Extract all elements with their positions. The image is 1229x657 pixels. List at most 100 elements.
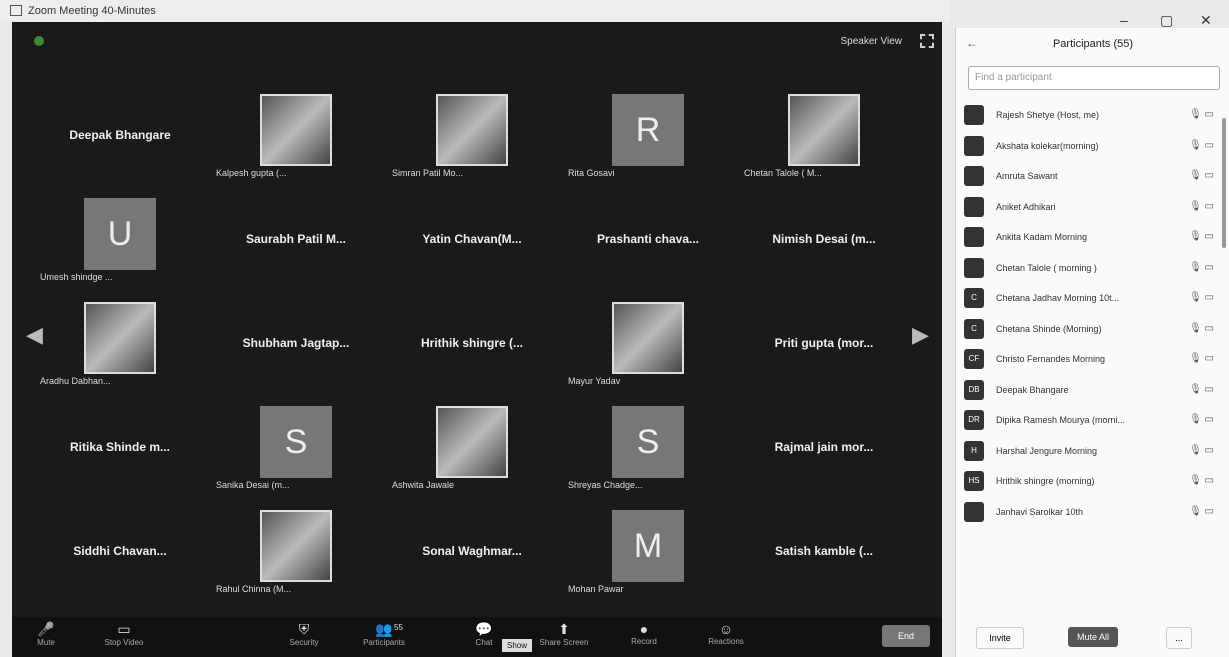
- participant-row[interactable]: H Harshal Jengure Morning 🎙 ▭: [962, 436, 1220, 467]
- avatar: [964, 105, 984, 125]
- video-tile[interactable]: Satish kamble (...: [740, 510, 908, 610]
- participant-row[interactable]: CF Christo Fernandes Morning 🎙 ▭: [962, 344, 1220, 375]
- invite-button[interactable]: Invite: [976, 627, 1024, 649]
- participant-row[interactable]: Rajesh Shetye (Host, me) 🎙 ▭: [962, 100, 1220, 131]
- mute-icon: 🎤: [37, 621, 55, 637]
- avatar-letter: M: [612, 510, 684, 582]
- video-tile[interactable]: Chetan Talole ( M...: [740, 94, 908, 194]
- participant-row[interactable]: C Chetana Shinde (Morning) 🎙 ▭: [962, 314, 1220, 345]
- video-tile[interactable]: S Shreyas Chadge...: [564, 406, 732, 506]
- toolbar-label: Reactions: [708, 637, 744, 646]
- video-tile[interactable]: Sonal Waghmar...: [388, 510, 556, 610]
- toolbar-mute-button[interactable]: 🎤 Mute: [16, 621, 76, 647]
- minimize-button[interactable]: –: [1120, 12, 1128, 28]
- avatar: [964, 166, 984, 186]
- participant-name: Priti gupta (mor...: [774, 336, 874, 350]
- participant-row[interactable]: Chetan Talole ( morning ) 🎙 ▭: [962, 253, 1220, 284]
- video-tile[interactable]: Prashanti chava...: [564, 198, 732, 298]
- avatar: [84, 302, 156, 374]
- tile-caption: Simran Patil Mo...: [392, 168, 464, 178]
- share-screen-icon: ⬆: [558, 621, 570, 637]
- video-tile[interactable]: Simran Patil Mo...: [388, 94, 556, 194]
- mic-video-muted-icon: 🎙 ▭: [1189, 505, 1214, 517]
- participant-row[interactable]: Akshata kolekar(morning) 🎙 ▭: [962, 131, 1220, 162]
- avatar-letter: S: [612, 406, 684, 478]
- toolbar-share-screen-button[interactable]: ⬆ Share Screen: [534, 621, 594, 647]
- participant-search-input[interactable]: Find a participant: [968, 66, 1220, 90]
- prev-page-arrow-icon[interactable]: ◀: [26, 322, 43, 348]
- tile-caption: Rita Gosavi: [568, 168, 615, 178]
- participant-name: Harshal Jengure Morning: [996, 445, 1098, 456]
- video-tile[interactable]: U Umesh shindge ...: [36, 198, 204, 298]
- participant-row[interactable]: Ankita Kadam Morning 🎙 ▭: [962, 222, 1220, 253]
- participant-name: Prashanti chava...: [596, 232, 700, 246]
- scrollbar[interactable]: [1222, 118, 1226, 248]
- participant-name: Amruta Sawant: [996, 171, 1058, 181]
- toolbar-security-button[interactable]: ⛨ Security: [274, 621, 334, 647]
- video-tile[interactable]: M Mohan Pawar: [564, 510, 732, 610]
- toolbar-label: Record: [631, 637, 657, 646]
- mic-video-muted-icon: 🎙 ▭: [1189, 139, 1214, 151]
- toolbar-reactions-button[interactable]: ☺ Reactions: [696, 621, 756, 646]
- zoom-icon: [10, 5, 22, 16]
- avatar: [612, 302, 684, 374]
- video-tile[interactable]: Deepak Bhangare: [36, 94, 204, 194]
- participant-row[interactable]: Amruta Sawant 🎙 ▭: [962, 161, 1220, 192]
- end-meeting-button[interactable]: End: [882, 625, 930, 647]
- stop-video-icon: ▭: [117, 621, 131, 637]
- participant-row[interactable]: DR Dipika Ramesh Mourya (morni... 🎙 ▭: [962, 405, 1220, 436]
- speaker-view-button[interactable]: Speaker View: [840, 36, 902, 47]
- participants-icon: 👥: [375, 621, 393, 637]
- avatar: [260, 94, 332, 166]
- mute-all-button[interactable]: Mute All: [1068, 627, 1118, 647]
- tile-caption: Mayur Yadav: [568, 376, 621, 386]
- more-options-button[interactable]: ...: [1166, 627, 1192, 649]
- tile-caption: Kalpesh gupta (...: [216, 168, 287, 178]
- video-tile[interactable]: Saurabh Patil M...: [212, 198, 380, 298]
- video-tile[interactable]: Hrithik shingre (...: [388, 302, 556, 402]
- video-tile[interactable]: Aradhu Dabhan...: [36, 302, 204, 402]
- participant-row[interactable]: Aniket Adhikari 🎙 ▭: [962, 192, 1220, 223]
- mic-video-muted-icon: 🎙 ▭: [1189, 475, 1214, 486]
- video-tile[interactable]: Kalpesh gupta (...: [212, 94, 380, 194]
- tile-caption: Ashwita Jawale: [392, 480, 455, 490]
- video-tile[interactable]: Siddhi Chavan...: [36, 510, 204, 610]
- toolbar-label: Chat: [475, 638, 493, 647]
- participant-row[interactable]: C Chetana Jadhav Morning 10t... 🎙 ▭: [962, 283, 1220, 314]
- toolbar-label: Mute: [37, 638, 55, 647]
- video-tile[interactable]: Yatin Chavan(M...: [388, 198, 556, 298]
- toolbar-participants-button[interactable]: 👥 Participants 55: [354, 621, 414, 647]
- participant-name: Rajmal jain mor...: [774, 440, 874, 454]
- shield-icon[interactable]: [34, 36, 44, 46]
- mic-video-muted-icon: 🎙 ▭: [1189, 322, 1214, 334]
- panel-title: Participants (55): [1052, 38, 1134, 50]
- meeting-topbar: Speaker View: [12, 22, 942, 72]
- fullscreen-icon[interactable]: [920, 34, 934, 48]
- participant-name: Shubham Jagtap...: [242, 336, 350, 350]
- close-button[interactable]: ✕: [1200, 12, 1212, 29]
- video-tile[interactable]: Rahul Chinna (M...: [212, 510, 380, 610]
- tile-caption: Sanika Desai (m...: [216, 480, 290, 490]
- participant-row[interactable]: Janhavi Sarolkar 10th 🎙 ▭: [962, 497, 1220, 528]
- video-tile[interactable]: Shubham Jagtap...: [212, 302, 380, 402]
- video-tile[interactable]: R Rita Gosavi: [564, 94, 732, 194]
- video-tile[interactable]: Ashwita Jawale: [388, 406, 556, 506]
- video-tile[interactable]: S Sanika Desai (m...: [212, 406, 380, 506]
- avatar: CF: [964, 349, 984, 369]
- participant-row[interactable]: DB Deepak Bhangare 🎙 ▭: [962, 375, 1220, 406]
- avatar: [788, 94, 860, 166]
- maximize-button[interactable]: ▢: [1160, 12, 1173, 29]
- mic-video-muted-icon: 🎙 ▭: [1189, 444, 1214, 456]
- participant-row[interactable]: HS Hrithik shingre (morning) 🎙 ▭: [962, 466, 1220, 497]
- toolbar-stop-video-button[interactable]: ▭ Stop Video: [94, 621, 154, 647]
- next-page-arrow-icon[interactable]: ▶: [912, 322, 929, 348]
- participant-name: Aniket Adhikari: [996, 201, 1056, 212]
- video-tile[interactable]: Priti gupta (mor...: [740, 302, 908, 402]
- tile-caption: Mohan Pawar: [568, 584, 624, 594]
- video-tile[interactable]: Rajmal jain mor...: [740, 406, 908, 506]
- video-tile[interactable]: Nimish Desai (m...: [740, 198, 908, 298]
- security-icon: ⛨: [298, 621, 310, 637]
- toolbar-record-button[interactable]: ● Record: [614, 621, 674, 646]
- video-tile[interactable]: Mayur Yadav: [564, 302, 732, 402]
- video-tile[interactable]: Ritika Shinde m...: [36, 406, 204, 506]
